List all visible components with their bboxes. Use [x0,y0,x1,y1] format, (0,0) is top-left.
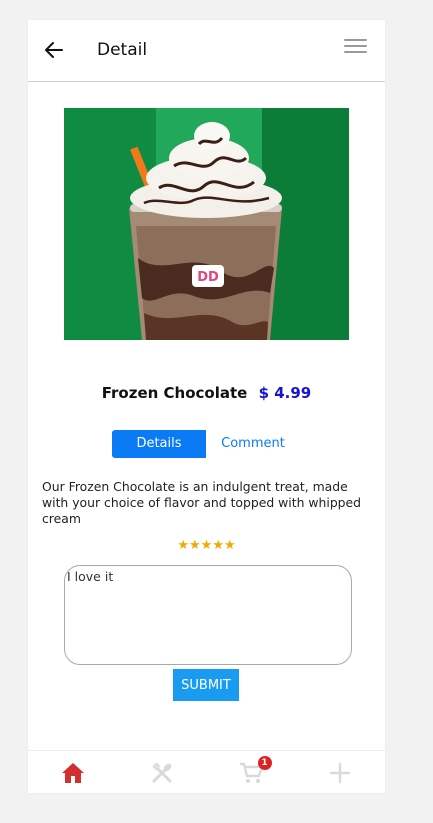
frozen-chocolate-drink-image: DD [64,108,349,340]
tab-comment[interactable]: Comment [206,430,300,458]
product-price: $ 4.99 [258,384,312,402]
nav-add[interactable] [296,751,385,794]
plus-icon [330,762,351,783]
dd-logo: DD [197,270,219,285]
home-icon [61,762,84,783]
bottom-navigation: 1 [28,750,385,794]
tab-details[interactable]: Details [112,430,206,458]
product-description: Our Frozen Chocolate is an indulgent tre… [42,479,362,526]
detail-tabs: Details Comment [112,430,300,458]
product-title-row: Frozen Chocolate $ 4.99 [28,384,385,402]
comment-input[interactable]: I love it [64,565,352,665]
cart-badge: 1 [257,756,272,770]
back-arrow-icon[interactable] [42,38,66,62]
nav-home[interactable] [28,751,117,794]
product-name: Frozen Chocolate [101,384,248,402]
page-title: Detail [97,40,148,60]
submit-button[interactable]: SUBMIT [173,669,239,701]
header: Detail [28,20,385,82]
star-rating[interactable]: ★★★★★ [28,538,385,553]
product-image: DD [64,108,349,340]
nav-cart[interactable]: 1 [207,751,296,794]
app-screen: Detail DD Frozen Chocolate $ 4.99 Detail… [28,20,385,793]
nav-menu[interactable] [117,751,206,794]
menu-icon[interactable] [344,39,367,55]
utensils-icon [152,761,172,782]
